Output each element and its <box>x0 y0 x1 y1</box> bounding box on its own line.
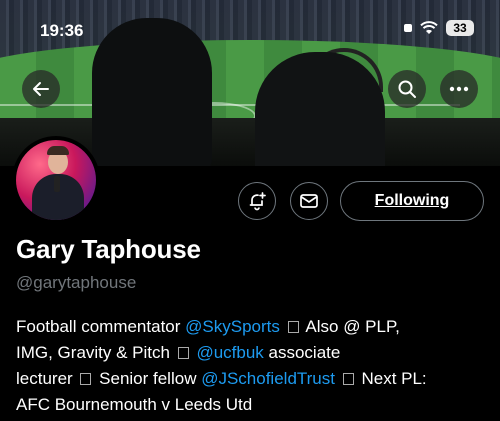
bio-text: AFC Bournemouth v Leeds Utd <box>16 395 253 414</box>
profile-name: Gary Taphouse <box>16 234 201 264</box>
box-glyph <box>80 373 92 385</box>
bio-text: Next PL: <box>356 369 427 388</box>
notifications-button[interactable] <box>238 182 276 220</box>
search-button[interactable] <box>388 70 426 108</box>
bio-text: lecturer <box>16 369 78 388</box>
mention-ucfbuk[interactable]: @ucfbuk <box>196 343 263 362</box>
box-glyph <box>287 321 299 333</box>
box-glyph <box>177 347 189 359</box>
bio-text: Also @ PLP, <box>301 317 400 336</box>
bio-text: Senior fellow <box>94 369 202 388</box>
wifi-icon <box>420 21 438 34</box>
back-arrow-icon <box>33 82 49 96</box>
signal-icon <box>404 24 412 32</box>
mention-skysports[interactable]: @SkySports <box>185 317 280 336</box>
battery-indicator: 33 <box>446 20 474 36</box>
profile-bio: Football commentator @SkySports Also @ P… <box>16 314 486 418</box>
bell-plus-icon <box>249 192 266 211</box>
status-indicators: 33 <box>404 20 474 36</box>
profile-handle: @garytaphouse <box>16 273 137 292</box>
status-time: 19:36 <box>40 21 84 40</box>
following-button[interactable]: Following <box>340 181 484 221</box>
bio-text: associate <box>263 343 341 362</box>
banner-commentator-right <box>255 52 385 166</box>
message-button[interactable] <box>290 182 328 220</box>
bio-text: IMG, Gravity & Pitch <box>16 343 175 362</box>
back-button[interactable] <box>22 70 60 108</box>
avatar-image <box>16 140 96 220</box>
search-icon <box>398 80 416 98</box>
more-icon <box>449 86 469 92</box>
avatar[interactable] <box>12 136 100 224</box>
bio-text: Football commentator <box>16 317 186 336</box>
box-glyph <box>342 373 354 385</box>
more-options-button[interactable] <box>440 70 478 108</box>
mention-jschofieldtrust[interactable]: @JSchofieldTrust <box>201 369 335 388</box>
envelope-icon <box>300 194 318 208</box>
banner-commentator-left <box>92 18 212 166</box>
